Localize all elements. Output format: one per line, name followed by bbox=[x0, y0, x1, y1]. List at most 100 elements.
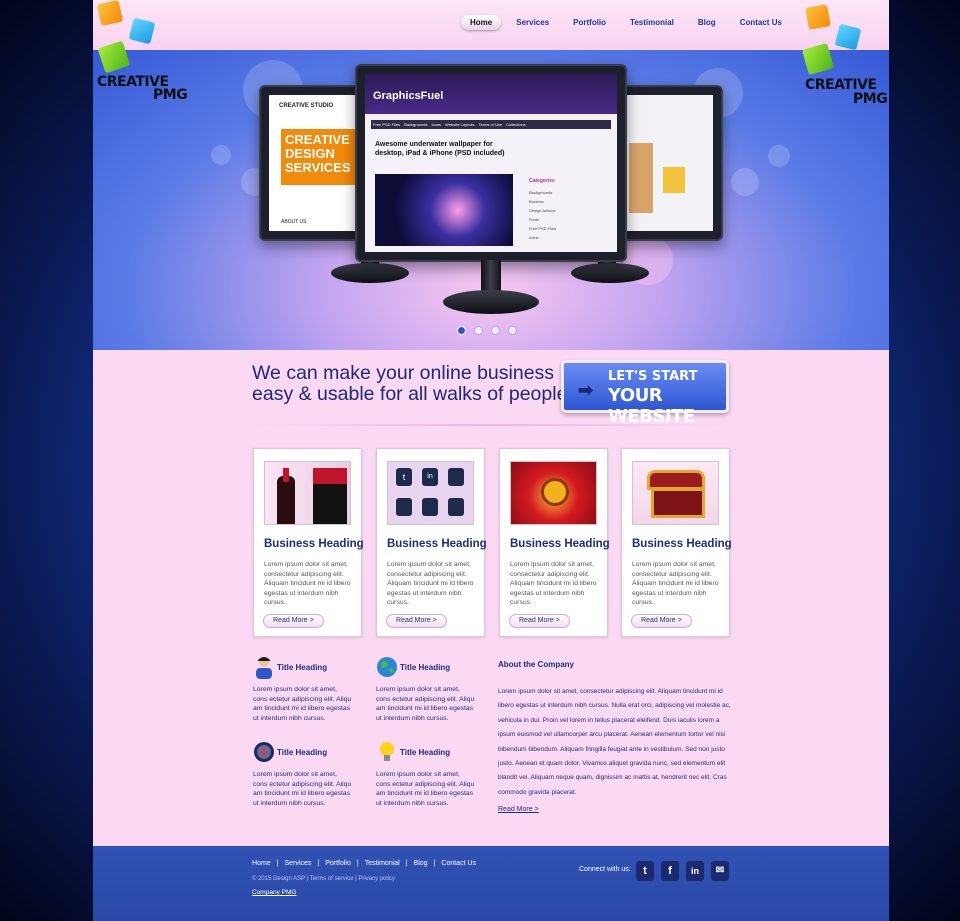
card-body: Lorem ipsum dolor sit amet, consectetur … bbox=[632, 561, 719, 606]
footer-link-testimonial[interactable]: Testimonial bbox=[365, 860, 400, 867]
business-card: t in Business Heading Lorem ipsum dolor … bbox=[376, 448, 487, 637]
cube-icon bbox=[805, 4, 831, 30]
slider-dot[interactable] bbox=[491, 326, 500, 335]
card-body: Lorem ipsum dolor sit amet, consectetur … bbox=[264, 561, 351, 606]
card-heading: Business Heading bbox=[264, 538, 364, 550]
business-card: Business Heading Lorem ipsum dolor sit a… bbox=[499, 448, 610, 637]
footer-link-blog[interactable]: Blog bbox=[414, 860, 428, 867]
nav-contact[interactable]: Contact Us bbox=[731, 15, 791, 30]
center-screen-tab: Website Layouts bbox=[445, 122, 475, 127]
about-heading: About the Company bbox=[498, 660, 574, 669]
globe-icon bbox=[377, 657, 397, 677]
read-more-button[interactable]: Read More > bbox=[386, 614, 447, 628]
card-image bbox=[632, 461, 719, 525]
center-screen-tab: Terms of Use bbox=[478, 122, 503, 127]
nav-services[interactable]: Services bbox=[507, 15, 558, 30]
main-nav: Home Services Portfolio Testimonial Blog… bbox=[461, 15, 797, 30]
about-body: Lorem ipsum dolor sit amet, consectetur … bbox=[498, 688, 731, 796]
cta-line2: YOUR WEBSITE bbox=[608, 385, 695, 427]
slider-dot[interactable] bbox=[508, 326, 517, 335]
read-more-button[interactable]: Read More > bbox=[509, 614, 570, 628]
footer-link-contact[interactable]: Contact Us bbox=[441, 860, 476, 867]
left-studio-label: CREATIVE STUDIO bbox=[279, 103, 334, 109]
user-icon bbox=[256, 657, 272, 679]
slider-dot[interactable] bbox=[457, 326, 466, 335]
tagline: We can make your online business easy & … bbox=[252, 363, 567, 405]
center-screen-post-title: Awesome underwater wallpaper for desktop… bbox=[375, 141, 505, 157]
feature-title: Title Heading bbox=[400, 748, 451, 757]
card-heading: Business Heading bbox=[387, 538, 487, 550]
cube-icon bbox=[97, 40, 131, 74]
card-body: Lorem ipsum dolor sit amet, consectetur … bbox=[510, 561, 597, 606]
center-screen-tab: Collections bbox=[506, 122, 526, 127]
card-image: t in bbox=[387, 461, 474, 525]
left-screen-footer: ABOUT US bbox=[281, 219, 307, 225]
card-image bbox=[264, 461, 351, 525]
card-heading: Business Heading bbox=[632, 538, 732, 550]
center-screen-tab: Icons bbox=[431, 122, 442, 127]
footer-nav: Home | Services | Portfolio | Testimonial | … bbox=[252, 860, 477, 867]
arrow-right-icon: ➡ bbox=[578, 380, 594, 400]
read-more-button[interactable]: Read More > bbox=[263, 614, 324, 628]
center-screen-sidebar-item: Design Articles bbox=[529, 208, 556, 213]
slider-dots bbox=[457, 326, 517, 335]
slider-dot[interactable] bbox=[474, 326, 483, 335]
company-link[interactable]: Company PMG bbox=[252, 889, 296, 896]
center-monitor: GraphicsFuel Free PSD Files Backgrounds … bbox=[355, 64, 627, 262]
feature-title: Title Heading bbox=[277, 663, 328, 672]
business-card: Business Heading Lorem ipsum dolor sit a… bbox=[621, 448, 732, 637]
header: Home Services Portfolio Testimonial Blog… bbox=[93, 0, 889, 50]
center-screen-tab: Free PSD Files bbox=[373, 122, 401, 127]
lightbulb-icon bbox=[380, 742, 394, 761]
logo-text: CREATIVE bbox=[805, 77, 877, 93]
left-screen-title: CREATIVE DESIGN SERVICES bbox=[281, 129, 359, 185]
center-screen-brand: GraphicsFuel bbox=[373, 90, 444, 102]
footer-link-home[interactable]: Home bbox=[252, 860, 271, 867]
mail-icon[interactable]: ✉ bbox=[711, 861, 729, 881]
logo-right[interactable]: CREATIVE PMG bbox=[801, 4, 893, 107]
right-monitor bbox=[613, 85, 723, 241]
nav-home[interactable]: Home bbox=[461, 15, 502, 30]
start-website-button[interactable]: ➡ LET'S START YOUR WEBSITE bbox=[561, 360, 729, 427]
compass-icon bbox=[254, 742, 274, 762]
divider bbox=[253, 424, 729, 426]
cube-icon bbox=[96, 0, 124, 27]
facebook-icon[interactable]: f bbox=[661, 861, 679, 881]
feature-title: Title Heading bbox=[400, 663, 451, 672]
cta-line1: LET'S START bbox=[608, 369, 698, 384]
card-heading: Business Heading bbox=[510, 538, 610, 550]
read-more-button[interactable]: Read More > bbox=[631, 614, 692, 628]
feature-body: Lorem ipsum dolor sit amet, cons ectetur… bbox=[253, 686, 352, 722]
feature-body: Lorem ipsum dolor sit amet, cons ectetur… bbox=[376, 771, 475, 807]
center-screen-tab: Backgrounds bbox=[404, 122, 428, 127]
feature-title: Title Heading bbox=[277, 748, 328, 757]
logo-subtext: PMG bbox=[853, 91, 888, 107]
feature-body: Lorem ipsum dolor sit amet, cons ectetur… bbox=[253, 771, 352, 807]
center-screen-sidebar-item: Backgrounds bbox=[529, 190, 553, 195]
center-screen-sidebar-item: Icons bbox=[529, 235, 539, 240]
connect-label: Connect with us: bbox=[579, 866, 631, 873]
nav-portfolio[interactable]: Portfolio bbox=[564, 15, 615, 30]
center-screen-sidebar-heading: Categories bbox=[529, 178, 555, 184]
hero-slider: CREATIVE STUDIO CREATIVE DESIGN SERVICES… bbox=[93, 50, 889, 350]
footer-link-portfolio[interactable]: Portfolio bbox=[325, 860, 351, 867]
center-screen-sidebar-item: Brushes bbox=[529, 199, 544, 204]
feature-body: Lorem ipsum dolor sit amet, cons ectetur… bbox=[376, 686, 475, 722]
about-read-more-link[interactable]: Read More > bbox=[498, 806, 539, 813]
footer-link-services[interactable]: Services bbox=[285, 860, 312, 867]
tagline-line1: We can make your online business bbox=[252, 362, 555, 384]
center-screen-sidebar-item: Free PSD Files bbox=[529, 226, 557, 231]
linkedin-icon[interactable]: in bbox=[686, 861, 704, 881]
card-body: Lorem ipsum dolor sit amet, consectetur … bbox=[387, 561, 474, 606]
cube-icon bbox=[834, 23, 862, 51]
nav-testimonial[interactable]: Testimonial bbox=[621, 15, 683, 30]
footer: Home | Services | Portfolio | Testimonial | … bbox=[93, 846, 889, 921]
logo[interactable]: CREATIVE PMG bbox=[96, 0, 188, 102]
tagline-line2: easy & usable for all walks of people bbox=[252, 383, 568, 405]
cube-icon bbox=[128, 17, 156, 45]
twitter-icon[interactable]: t bbox=[636, 861, 654, 881]
page: Home Services Portfolio Testimonial Blog… bbox=[93, 0, 889, 921]
center-screen-sidebar-item: Fonts bbox=[529, 217, 540, 222]
copyright: © 2015 Design ASP | Terms of service | P… bbox=[252, 876, 396, 882]
nav-blog[interactable]: Blog bbox=[689, 15, 725, 30]
